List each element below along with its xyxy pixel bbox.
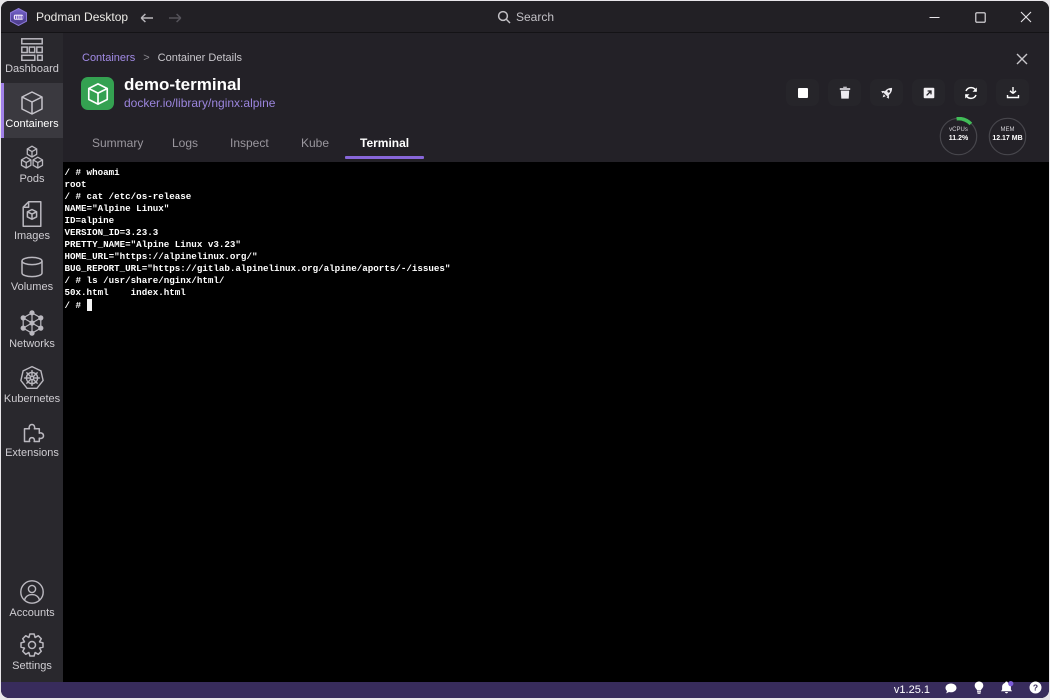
svg-text:?: ? bbox=[1032, 682, 1037, 692]
